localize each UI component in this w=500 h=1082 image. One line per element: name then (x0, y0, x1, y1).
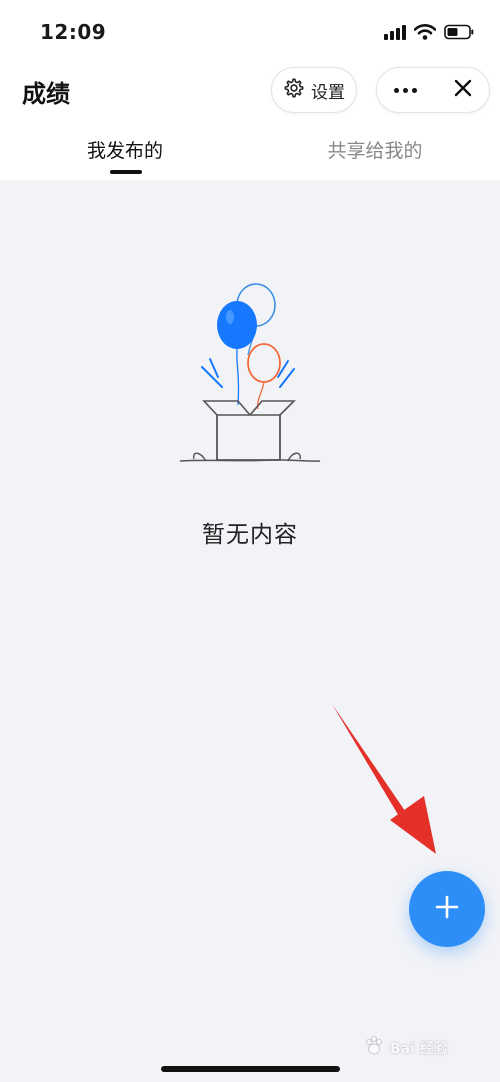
settings-button[interactable]: 设置 (271, 67, 357, 113)
page-title: 成绩 (22, 80, 70, 108)
gear-icon (283, 77, 305, 103)
paw-icon (362, 1034, 386, 1062)
red-arrow-annotation (320, 700, 450, 870)
status-bar: 12:09 (0, 0, 500, 62)
empty-state-text: 暂无内容 (202, 522, 298, 548)
empty-state-illustration (170, 275, 330, 475)
tab-bar: 我发布的 共享给我的 (0, 128, 500, 180)
mini-program-capsule (376, 67, 490, 113)
close-button[interactable] (434, 68, 491, 112)
status-icons (384, 20, 474, 44)
close-icon (454, 79, 472, 101)
nav-bar: 成绩 设置 (0, 62, 500, 118)
watermark-text: Bai 经验 (390, 1041, 448, 1057)
add-button[interactable] (409, 871, 485, 947)
watermark: Bai 经验 (362, 1028, 494, 1068)
active-tab-indicator (110, 170, 142, 174)
plus-icon (434, 894, 460, 924)
settings-label: 设置 (311, 82, 345, 103)
wifi-icon (414, 24, 436, 40)
tab-my-published[interactable]: 我发布的 (0, 136, 250, 163)
status-time: 12:09 (40, 20, 107, 44)
tab-shared-with-me[interactable]: 共享给我的 (250, 136, 500, 163)
home-indicator (161, 1066, 340, 1072)
signal-icon (384, 24, 406, 40)
more-button[interactable] (377, 68, 434, 112)
battery-icon (444, 24, 474, 40)
ellipsis-icon (394, 87, 417, 93)
